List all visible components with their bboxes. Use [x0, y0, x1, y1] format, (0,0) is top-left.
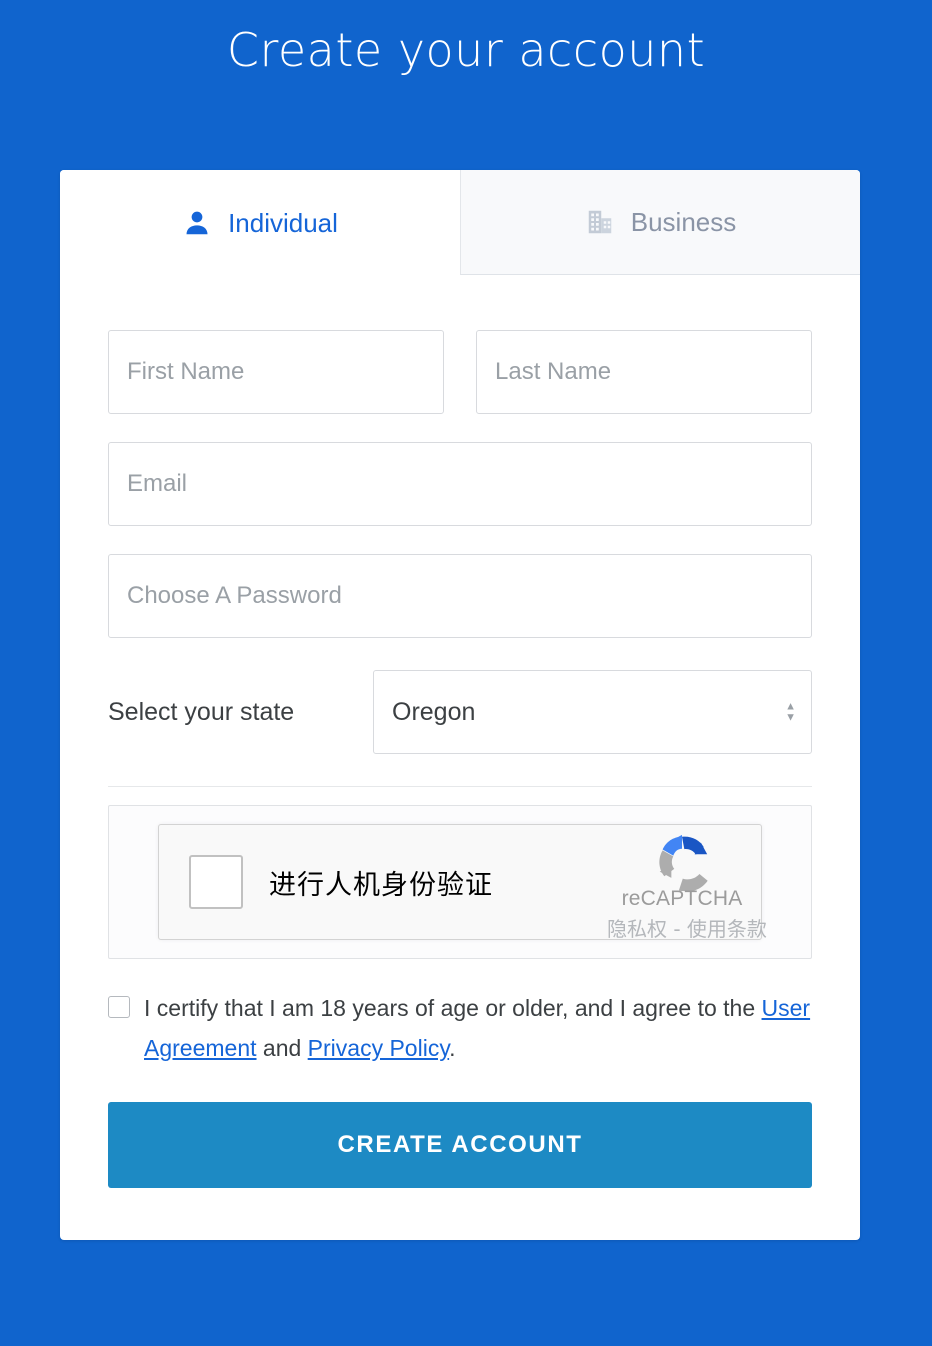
- tab-individual[interactable]: Individual: [60, 170, 460, 275]
- captcha-container: 进行人机身份验证 reCAPTCHA 隐私权 - 使用条款: [108, 805, 812, 959]
- signup-card: Individual Business First Name Last Name…: [60, 170, 860, 1241]
- last-name-input[interactable]: [476, 330, 812, 414]
- recaptcha-logo-icon: [659, 834, 708, 891]
- building-icon: [585, 207, 615, 237]
- email-wrap: [108, 442, 812, 526]
- recaptcha-widget[interactable]: 进行人机身份验证 reCAPTCHA 隐私权 - 使用条款: [158, 824, 767, 942]
- last-name-wrap: [476, 330, 812, 414]
- first-name-wrap: [108, 330, 444, 414]
- section-divider: [108, 786, 812, 787]
- signup-form: Select your state Oregon ▲▼ 进行人机身份验证: [60, 275, 860, 1189]
- email-input[interactable]: [108, 442, 812, 526]
- recaptcha-checkbox[interactable]: [189, 855, 243, 909]
- certify-text: I certify that I am 18 years of age or o…: [144, 989, 812, 1068]
- state-select[interactable]: Oregon: [373, 670, 812, 754]
- page-title: Create your account: [226, 23, 706, 77]
- state-select-wrap: Oregon ▲ ▼: [373, 670, 812, 754]
- tab-business-label: Business: [630, 207, 737, 237]
- create-account-button[interactable]: CREATE ACCOUNT: [108, 1102, 812, 1189]
- certify-checkbox[interactable]: [108, 996, 130, 1018]
- tab-business[interactable]: Business: [460, 170, 860, 275]
- recaptcha-brand: reCAPTCHA 隐私权 - 使用条款: [607, 829, 767, 942]
- recaptcha-brand-name: reCAPTCHA: [621, 887, 743, 910]
- state-row: Select your state Oregon ▲ ▼: [108, 670, 812, 754]
- certify-row: I certify that I am 18 years of age or o…: [108, 989, 812, 1068]
- recaptcha-terms[interactable]: 隐私权 - 使用条款: [607, 913, 767, 942]
- password-wrap: [108, 554, 812, 638]
- state-label: Select your state: [108, 697, 295, 726]
- person-icon: [182, 208, 212, 238]
- certify-text-between: and: [256, 1034, 308, 1061]
- name-row: [108, 330, 812, 414]
- certify-text-after: .: [449, 1034, 456, 1061]
- tab-individual-label: Individual: [228, 207, 338, 238]
- certify-text-before: I certify that I am 18 years of age or o…: [144, 995, 762, 1021]
- first-name-input[interactable]: [108, 330, 444, 414]
- account-type-tabs: Individual Business: [60, 170, 860, 275]
- privacy-policy-link[interactable]: Privacy Policy: [308, 1035, 449, 1061]
- recaptcha-label: 进行人机身份验证: [269, 869, 493, 901]
- password-input[interactable]: [108, 554, 812, 638]
